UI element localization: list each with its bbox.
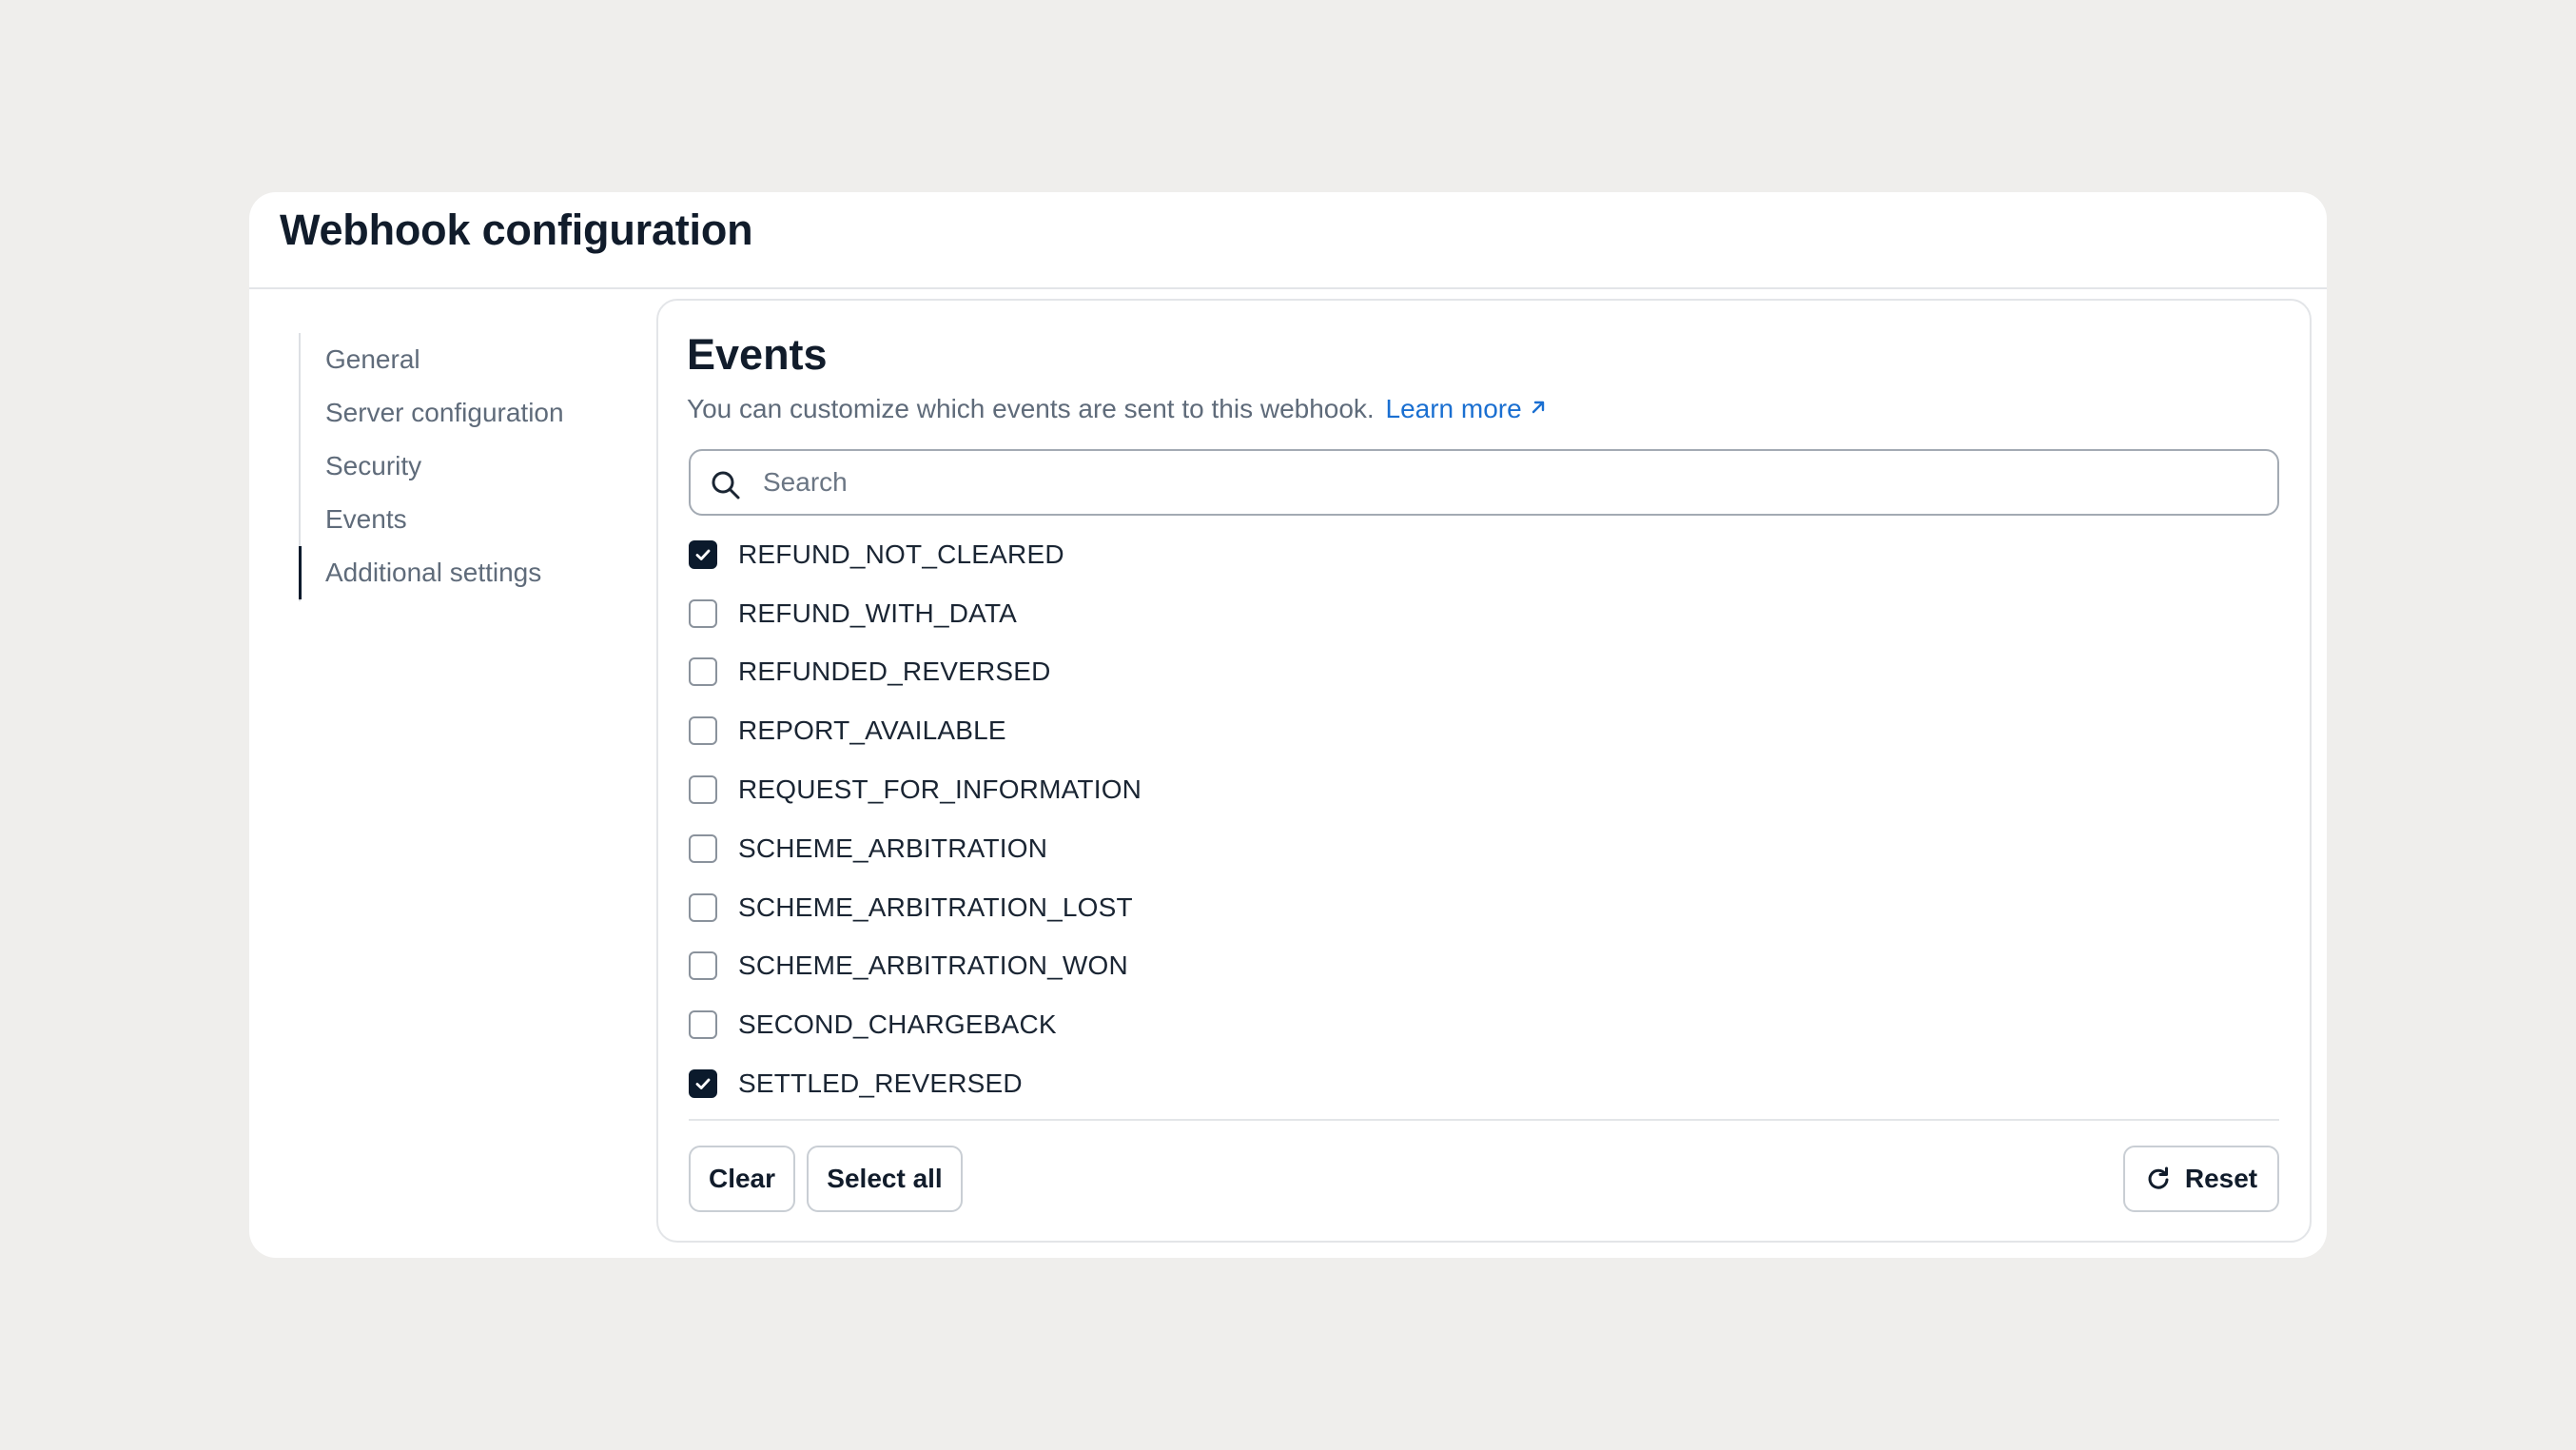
event-label: REQUEST_FOR_INFORMATION <box>738 774 1142 805</box>
event-label: SECOND_CHARGEBACK <box>738 1009 1057 1040</box>
sidenav-item-server-configuration[interactable]: Server configuration <box>301 386 622 440</box>
event-label: SETTLED_REVERSED <box>738 1068 1023 1099</box>
events-description-text: You can customize which events are sent … <box>687 394 1375 423</box>
check-icon <box>695 549 711 560</box>
clear-button[interactable]: Clear <box>689 1146 795 1212</box>
header-divider <box>249 287 2327 289</box>
event-row: REFUNDED_REVERSED <box>689 643 2279 702</box>
refresh-icon <box>2148 1166 2169 1189</box>
event-row: SCHEME_ARBITRATION <box>689 819 2279 878</box>
select-all-button[interactable]: Select all <box>807 1146 963 1212</box>
event-checkbox[interactable] <box>689 775 717 805</box>
search-icon <box>712 471 740 500</box>
external-link-icon <box>1532 401 1544 414</box>
page-title: Webhook configuration <box>280 206 753 254</box>
learn-more-label: Learn more <box>1385 394 1522 423</box>
section-nav: General Server configuration Security Ev… <box>299 333 622 601</box>
event-checkbox[interactable] <box>689 716 717 746</box>
event-row: SCHEME_ARBITRATION_LOST <box>689 878 2279 937</box>
events-description: You can customize which events are sent … <box>687 390 1547 428</box>
event-label: REFUNDED_REVERSED <box>738 656 1051 687</box>
check-icon <box>695 1078 711 1089</box>
event-label: SCHEME_ARBITRATION_LOST <box>738 892 1133 922</box>
event-row: REFUND_WITH_DATA <box>689 584 2279 643</box>
event-label: REFUND_WITH_DATA <box>738 598 1018 628</box>
event-label: SCHEME_ARBITRATION_WON <box>738 950 1128 981</box>
sidenav-item-additional-settings[interactable]: Additional settings <box>299 546 620 599</box>
webhook-configuration-card: Webhook configuration General Server con… <box>249 192 2327 1258</box>
event-checkbox[interactable] <box>689 598 717 628</box>
sidenav-item-events[interactable]: Events <box>301 493 622 546</box>
event-row: REPORT_AVAILABLE <box>689 701 2279 760</box>
event-checkbox[interactable] <box>689 833 717 863</box>
event-row: SETTLED_REVERSED <box>689 1054 2279 1113</box>
reset-button[interactable]: Reset <box>2123 1146 2279 1212</box>
event-row: SECOND_CHARGEBACK <box>689 995 2279 1054</box>
list-divider <box>689 1119 2279 1121</box>
reset-label: Reset <box>2184 1164 2258 1193</box>
event-checkbox[interactable] <box>689 539 717 569</box>
learn-more-link[interactable]: Learn more <box>1386 394 1547 423</box>
sidenav-item-security[interactable]: Security <box>301 440 622 493</box>
event-row: REFUND_NOT_CLEARED <box>689 525 2279 584</box>
event-list: REFUND_NOT_CLEARED REFUND_WITH_DATA REFUND… <box>689 525 2279 1113</box>
event-checkbox[interactable] <box>689 1069 717 1099</box>
event-checkbox[interactable] <box>689 1010 717 1040</box>
event-label: REPORT_AVAILABLE <box>738 715 1006 746</box>
search-box <box>689 449 2279 516</box>
event-label: REFUND_NOT_CLEARED <box>738 539 1064 569</box>
event-checkbox[interactable] <box>689 657 717 687</box>
event-row: REQUEST_FOR_INFORMATION <box>689 760 2279 819</box>
search-input[interactable] <box>761 451 2245 514</box>
event-checkbox[interactable] <box>689 951 717 981</box>
event-row: SCHEME_ARBITRATION_WON <box>689 937 2279 996</box>
events-title: Events <box>687 330 828 379</box>
events-panel: Events You can customize which events ar… <box>656 299 2312 1243</box>
sidenav-item-general[interactable]: General <box>301 333 622 386</box>
event-checkbox[interactable] <box>689 892 717 922</box>
event-label: SCHEME_ARBITRATION <box>738 833 1048 863</box>
